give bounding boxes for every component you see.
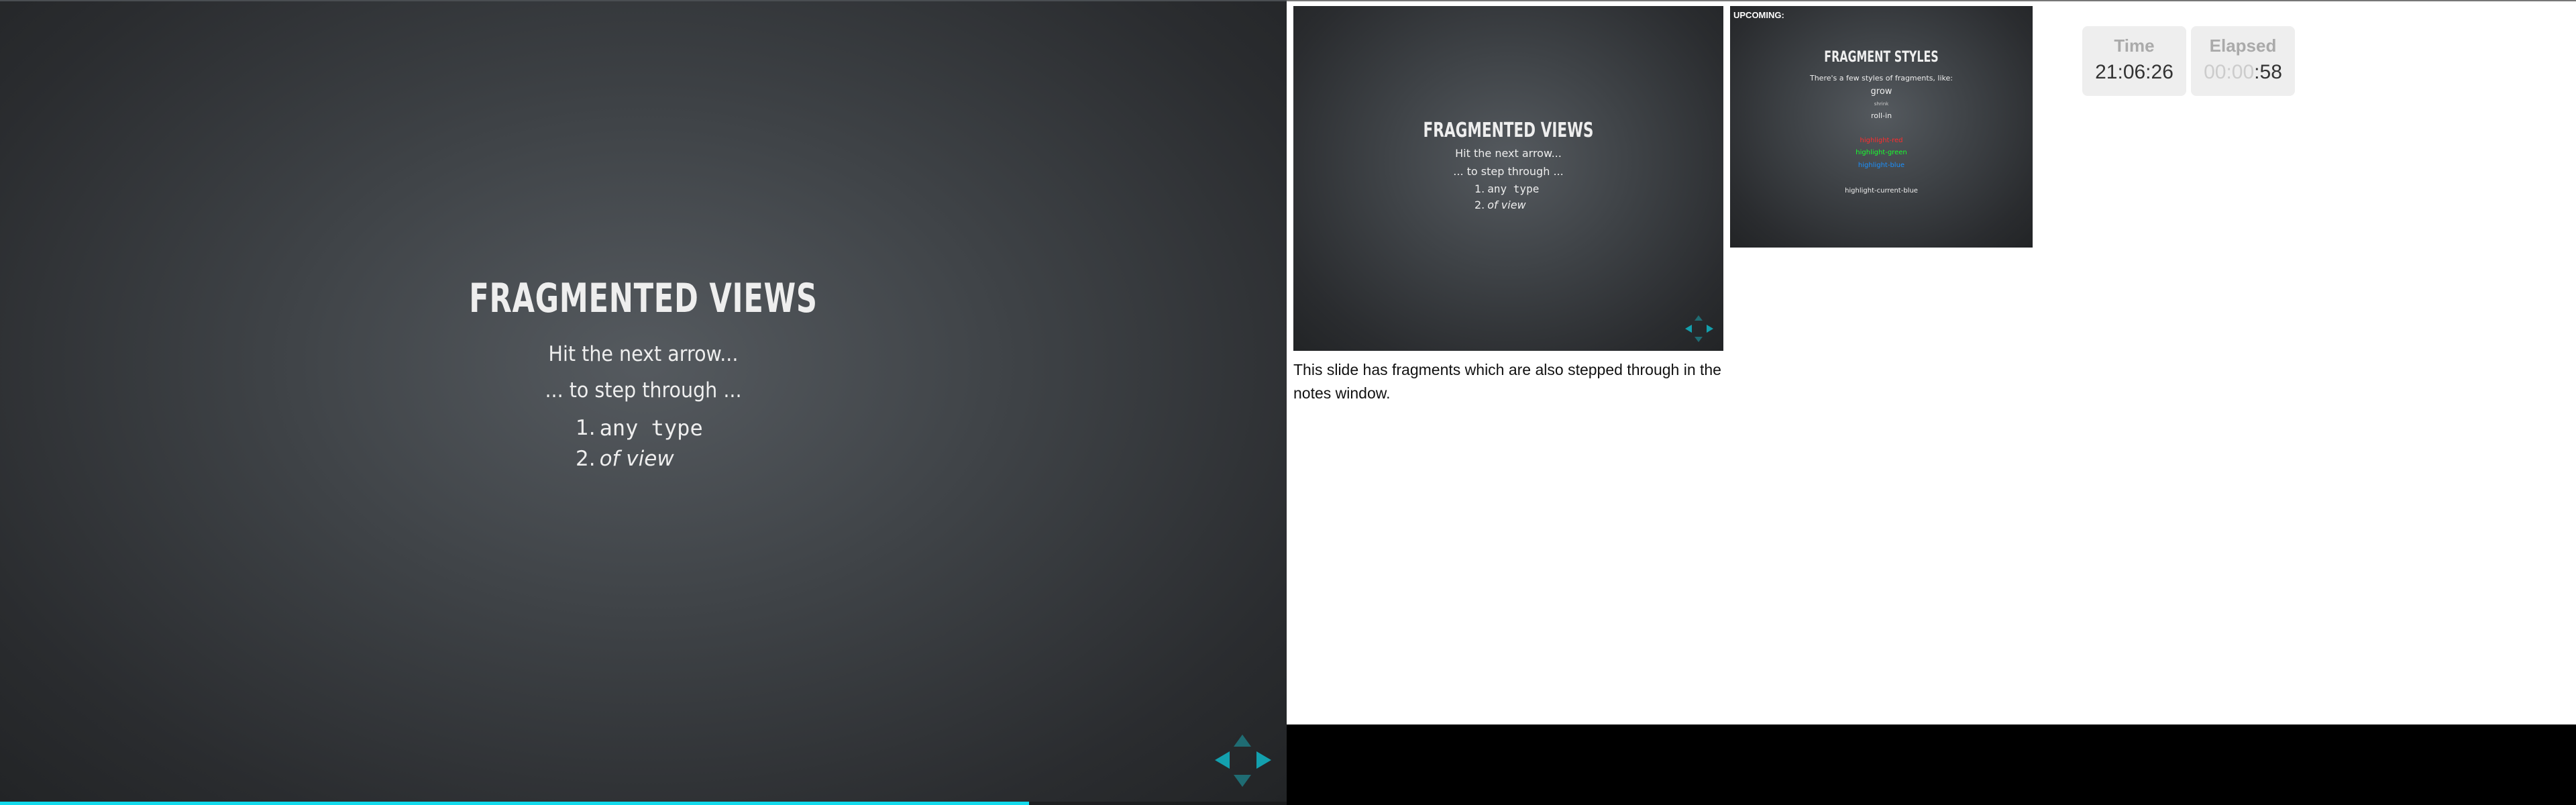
elapsed-timer[interactable]: Elapsed 00:00:58: [2191, 26, 2295, 96]
upcoming-intro: There's a few styles of fragments, like:: [1809, 74, 1953, 83]
upcoming-slide-preview: UPCOMING: Fragment Styles There's a few …: [1730, 6, 2033, 248]
slide-title: Fragmented Views: [469, 275, 818, 322]
upcoming-shrink: shrink: [1874, 101, 1889, 107]
progress-bar[interactable]: [0, 802, 1287, 805]
arrow-down-icon[interactable]: [1234, 775, 1251, 787]
main-slide: Fragmented Views Hit the next arrow... .…: [0, 0, 1287, 805]
upcoming-roll-in: roll-in: [1870, 111, 1892, 120]
upcoming-highlight-green: highlight-green: [1856, 149, 1907, 156]
list-item: 2. of view: [1474, 197, 1539, 213]
list-item: 2. of view: [576, 443, 703, 474]
speaker-notes: This slide has fragments which are also …: [1293, 361, 1721, 402]
upcoming-title: Fragment Styles: [1824, 49, 1939, 66]
list-item-number: 1.: [576, 416, 596, 440]
list-item-text: of view: [599, 447, 674, 471]
list-item-number: 2.: [576, 447, 596, 471]
upcoming-highlight-blue: highlight-blue: [1858, 162, 1905, 169]
slide-line-next-arrow: Hit the next arrow...: [548, 342, 739, 366]
clock-label: Time: [2114, 36, 2155, 56]
notes-window-bottom: [1287, 724, 2576, 805]
elapsed-hours-minutes: 00:00: [2204, 61, 2255, 83]
arrow-right-icon: [1707, 325, 1713, 333]
list-item-text: of view: [1487, 198, 1526, 211]
progress-bar-fill: [0, 802, 1030, 805]
list-item-text: any type: [1487, 182, 1540, 195]
current-slide-preview: Fragmented Views Hit the next arrow... .…: [1293, 6, 1723, 351]
clock-display: Time 21:06:26: [2082, 26, 2186, 96]
arrow-up-icon[interactable]: [1234, 735, 1251, 747]
preview-line-next-arrow: Hit the next arrow...: [1455, 147, 1562, 160]
upcoming-label: UPCOMING:: [1733, 10, 1784, 20]
preview-title: Fragmented Views: [1423, 119, 1594, 142]
elapsed-seconds: :58: [2254, 61, 2282, 83]
slide-line-step-through: ... to step through ...: [545, 378, 742, 402]
list-item-number: 1.: [1474, 182, 1485, 195]
preview-navigation-controls: [1684, 314, 1715, 345]
list-item: 1. any type: [576, 413, 703, 443]
preview-line-step-through: ... to step through ...: [1453, 165, 1564, 178]
list-item-number: 2.: [1474, 198, 1485, 211]
arrow-right-icon[interactable]: [1256, 751, 1271, 769]
preview-list: 1. any type 2. of view: [1474, 180, 1539, 213]
arrow-up-icon: [1695, 315, 1703, 321]
list-item-text: any type: [599, 415, 703, 441]
upcoming-highlight-current-blue: highlight-current-blue: [1845, 187, 1918, 195]
arrow-left-icon[interactable]: [1215, 751, 1230, 769]
upcoming-grow: grow: [1870, 87, 1892, 97]
upcoming-highlight-red: highlight-red: [1860, 137, 1903, 144]
elapsed-label: Elapsed: [2209, 36, 2277, 56]
navigation-controls: [1213, 731, 1273, 792]
elapsed-value: 00:00:58: [2191, 61, 2295, 84]
slide-content: Fragmented Views Hit the next arrow... .…: [0, 1, 1287, 805]
arrow-left-icon: [1685, 325, 1692, 333]
slide-list: 1. any type 2. of view: [576, 413, 703, 474]
clock-value: 21:06:26: [2095, 61, 2174, 83]
arrow-down-icon: [1695, 337, 1703, 342]
list-item: 1. any type: [1474, 180, 1539, 197]
